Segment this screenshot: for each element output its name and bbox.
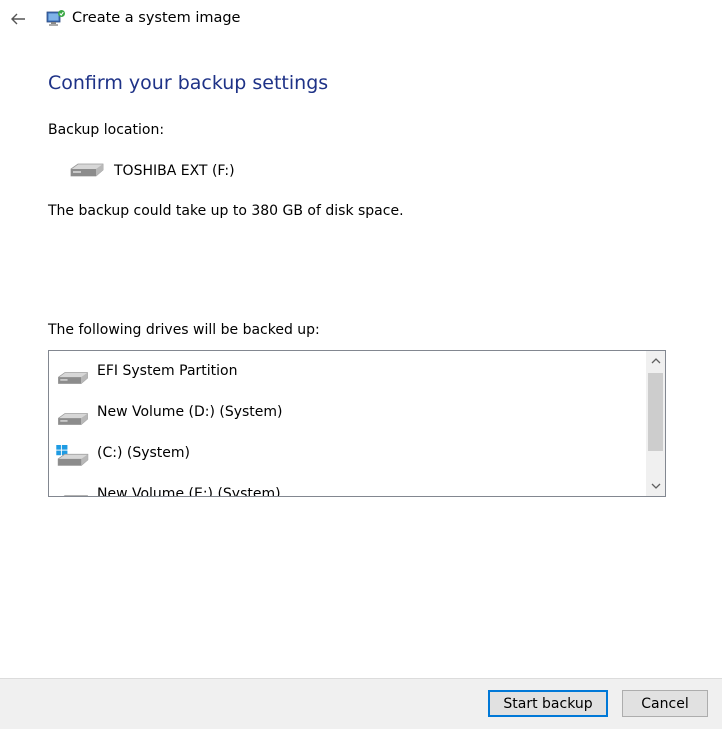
drive-label: New Volume (E:) (System) — [97, 486, 281, 496]
back-arrow-icon — [11, 13, 25, 25]
drive-label: New Volume (D:) (System) — [97, 404, 283, 420]
drives-list-label: The following drives will be backed up: — [48, 322, 320, 338]
hard-drive-icon — [58, 413, 88, 425]
scrollbar-thumb[interactable] — [648, 373, 663, 451]
chevron-down-icon — [651, 483, 660, 489]
drives-list: EFI System Partition New Volume (D:) (Sy… — [49, 351, 645, 496]
start-backup-button[interactable]: Start backup — [488, 690, 608, 717]
hard-drive-icon — [70, 163, 104, 177]
footer-bar: Start backup Cancel — [0, 678, 722, 729]
drives-listbox[interactable]: EFI System Partition New Volume (D:) (Sy… — [48, 350, 666, 497]
backup-location-drive: TOSHIBA EXT (F:) — [68, 160, 235, 182]
hard-drive-icon — [58, 372, 88, 384]
drive-label: EFI System Partition — [97, 363, 238, 379]
disk-space-note: The backup could take up to 380 GB of di… — [48, 203, 404, 219]
scroll-down-button[interactable] — [646, 476, 665, 496]
list-item[interactable]: (C:) (System) — [55, 433, 190, 473]
backup-app-icon — [46, 9, 66, 29]
create-system-image-window: Create a system image Confirm your backu… — [0, 0, 722, 729]
backup-location-label: Backup location: — [48, 122, 165, 138]
list-item[interactable]: New Volume (E:) (System) — [55, 474, 281, 496]
vertical-scrollbar[interactable] — [646, 351, 665, 496]
page-heading: Confirm your backup settings — [48, 72, 329, 94]
list-item[interactable]: New Volume (D:) (System) — [55, 392, 283, 432]
window-title: Create a system image — [72, 10, 241, 26]
hard-drive-icon — [63, 495, 88, 496]
chevron-up-icon — [651, 358, 660, 364]
backup-location-name: TOSHIBA EXT (F:) — [114, 163, 235, 179]
list-item[interactable]: EFI System Partition — [55, 351, 237, 391]
drive-label: (C:) (System) — [97, 445, 190, 461]
scroll-up-button[interactable] — [646, 351, 665, 371]
cancel-button[interactable]: Cancel — [622, 690, 708, 717]
windows-drive-icon — [56, 445, 89, 466]
back-button[interactable] — [8, 8, 28, 30]
